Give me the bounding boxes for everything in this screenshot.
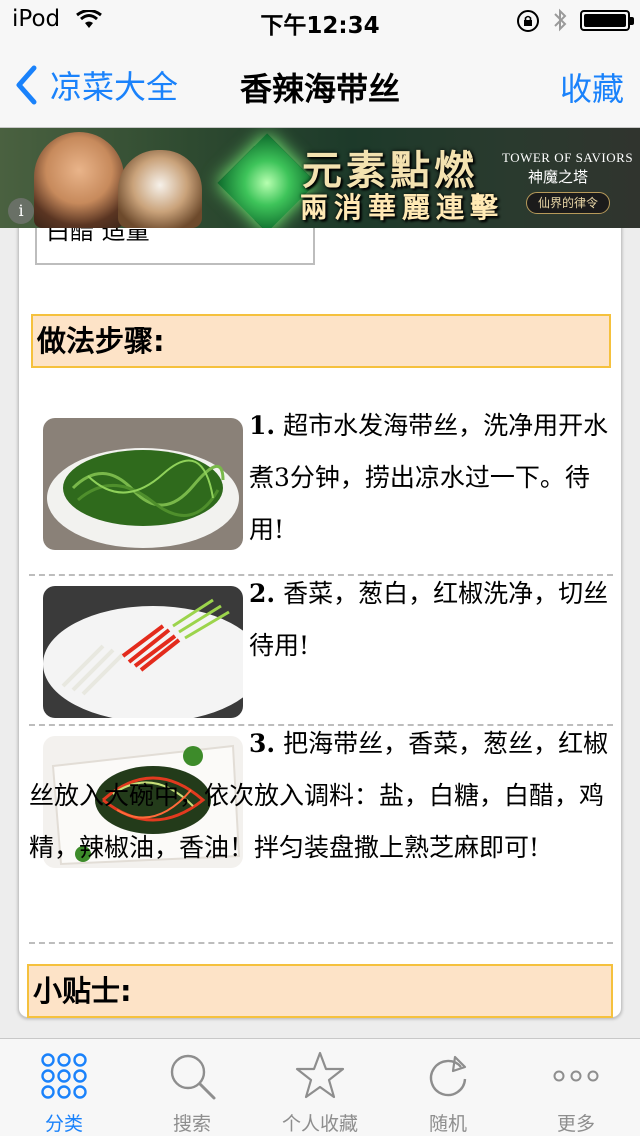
tab-more[interactable]: 更多 (512, 1039, 640, 1136)
tab-category-label: 分类 (44, 1113, 83, 1135)
step-2-description: 香菜，葱白，红椒洗净，切丝待用! (249, 579, 609, 660)
battery-icon (580, 10, 634, 31)
search-icon (170, 1054, 216, 1100)
ad-dog-image (118, 150, 202, 228)
tab-search-label: 搜索 (172, 1113, 211, 1135)
tab-search[interactable]: 搜索 (128, 1039, 256, 1136)
tips-section-header: 小贴士: (27, 964, 613, 1018)
ad-brand-name: TOWER OF SAVIORS (502, 150, 634, 165)
steps-section-header: 做法步骤: (31, 314, 611, 368)
step-1-description: 超市水发海带丝，洗净用开水煮3分钟，捞出凉水过一下。待用! (249, 411, 609, 544)
step-2-text: 2. 香菜，葱白，红椒洗净，切丝待用! (29, 568, 613, 672)
recipe-content[interactable]: 白醋 适量 做法步骤: 1. 超市水发海带丝，洗净用开水煮3分钟，捞出凉水过一下… (0, 228, 640, 1038)
tab-bar: 分类 搜索 个人收藏 随机 更多 (0, 1038, 640, 1136)
step-1-text: 1. 超市水发海带丝，洗净用开水煮3分钟，捞出凉水过一下。待用! (29, 400, 613, 556)
ad-brand-cn: 神魔之塔 (528, 168, 589, 186)
tab-random-label: 随机 (428, 1113, 467, 1135)
favorite-button[interactable]: 收藏 (560, 64, 624, 110)
ad-info-icon[interactable]: i (8, 198, 34, 224)
recipe-card: 白醋 适量 做法步骤: 1. 超市水发海带丝，洗净用开水煮3分钟，捞出凉水过一下… (18, 228, 622, 1018)
tab-favorites-label: 个人收藏 (281, 1113, 358, 1135)
tab-category[interactable]: 分类 (0, 1039, 128, 1136)
step-3: 3. 把海带丝，香菜，葱丝，红椒丝放入大碗中，依次放入调料：盐，白糖，白醋，鸡精… (29, 718, 613, 874)
step-3-description: 把海带丝，香菜，葱丝，红椒丝放入大碗中，依次放入调料：盐，白糖，白醋，鸡精，辣椒… (29, 729, 609, 862)
ingredient-cell: 白醋 适量 (35, 228, 315, 265)
refresh-icon (429, 1055, 467, 1097)
bluetooth-icon (552, 6, 568, 38)
step-3-number: 3. (249, 729, 276, 758)
ad-brand-tag: 仙界的律令 (526, 192, 610, 214)
tab-more-label: 更多 (556, 1113, 595, 1135)
ad-banner[interactable]: 元素點燃 兩消華麗連擊 TOWER OF SAVIORS 神魔之塔 仙界的律令 … (0, 128, 640, 228)
step-2-number: 2. (249, 579, 276, 608)
status-bar: iPod 下午12:34 (0, 0, 640, 40)
tab-favorites[interactable]: 个人收藏 (256, 1039, 384, 1136)
step-2: 2. 香菜，葱白，红椒洗净，切丝待用! (29, 568, 613, 672)
more-icon (553, 1070, 599, 1082)
navigation-bar: 凉菜大全 香辣海带丝 收藏 (0, 40, 640, 128)
clock: 下午12:34 (260, 13, 380, 39)
star-icon (295, 1051, 345, 1099)
ad-hero-image (34, 132, 124, 228)
step-1-number: 1. (249, 411, 276, 440)
step-1: 1. 超市水发海带丝，洗净用开水煮3分钟，捞出凉水过一下。待用! (29, 400, 613, 556)
step-3-text: 3. 把海带丝，香菜，葱丝，红椒丝放入大碗中，依次放入调料：盐，白糖，白醋，鸡精… (29, 718, 613, 874)
tab-random[interactable]: 随机 (384, 1039, 512, 1136)
step-divider (29, 942, 613, 944)
page-title: 香辣海带丝 (239, 70, 400, 108)
rotation-lock-icon (516, 9, 540, 37)
ad-subheadline: 兩消華麗連擊 (300, 191, 505, 224)
grid-icon (41, 1053, 87, 1099)
